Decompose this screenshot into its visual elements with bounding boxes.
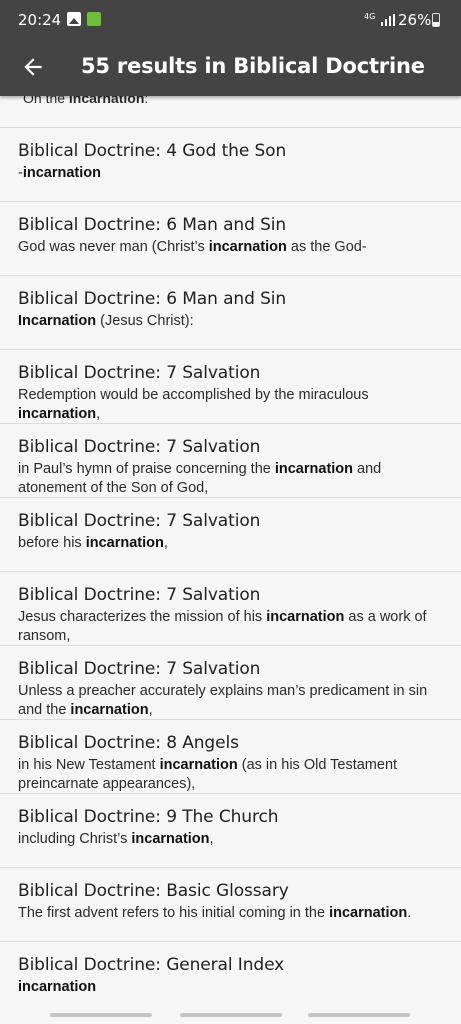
result-title: Biblical Doctrine: General Index — [18, 955, 285, 975]
result-title: Biblical Doctrine: 8 Angels — [18, 733, 239, 753]
list-item[interactable]: Biblical Doctrine: 7 Salvation Unless a p… — [0, 645, 461, 719]
nav-back-button[interactable] — [308, 1013, 410, 1017]
highlighted-term: incarnation — [329, 905, 408, 921]
list-item[interactable]: Biblical Doctrine: Basic Glossary The fir… — [0, 867, 461, 941]
battery-percent: 26% — [398, 11, 432, 29]
result-snippet: -incarnation — [18, 165, 101, 181]
list-item[interactable]: Biblical Doctrine: 7 Salvation Redemption… — [0, 349, 461, 423]
result-snippet: Jesus characterizes the mission of his i… — [18, 609, 427, 644]
highlighted-term: incarnation — [131, 831, 210, 847]
network-type: 4G — [364, 12, 376, 21]
result-title: Biblical Doctrine: 7 Salvation — [18, 511, 261, 531]
page-title: 55 results in Biblical Doctrine — [81, 54, 425, 78]
list-item[interactable]: Biblical Doctrine: General Index incarnat… — [0, 941, 461, 1008]
highlighted-term: incarnation — [266, 609, 345, 625]
list-item[interactable]: Biblical Doctrine: 8 Angels in his New Te… — [0, 719, 461, 793]
result-title: Biblical Doctrine: 6 Man and Sin — [18, 289, 287, 309]
result-title: Biblical Doctrine: 7 Salvation — [18, 659, 261, 679]
list-item[interactable]: Biblical Doctrine: 7 Salvation before his… — [0, 497, 461, 571]
list-item[interactable]: Biblical Doctrine: 6 Man and Sin God was … — [0, 201, 461, 275]
list-item[interactable]: Biblical Doctrine: 7 Salvation in Paul’s … — [0, 423, 461, 497]
status-bar: 20:24 4G 26% — [0, 0, 461, 40]
status-time: 20:24 — [18, 11, 62, 29]
list-item[interactable]: Biblical Doctrine: 9 The Church including… — [0, 793, 461, 867]
nav-home-button[interactable] — [180, 1013, 282, 1017]
highlighted-term: incarnation — [159, 757, 238, 773]
result-snippet: including Christ’s incarnation, — [18, 831, 214, 847]
partial-result-snippet[interactable]: On the incarnation: — [23, 96, 148, 106]
result-title: Biblical Doctrine: 7 Salvation — [18, 363, 261, 383]
highlighted-term: incarnation — [70, 702, 149, 718]
result-snippet: The first advent refers to his initial c… — [18, 905, 412, 921]
result-title: Biblical Doctrine: 9 The Church — [18, 807, 279, 827]
gallery-notification-icon — [67, 12, 81, 26]
result-snippet: before his incarnation, — [18, 535, 168, 551]
list-item[interactable]: Biblical Doctrine: 4 God the Son -incarna… — [0, 127, 461, 201]
app-notification-icon — [87, 12, 101, 26]
highlighted-term: incarnation — [18, 406, 97, 422]
result-title: Biblical Doctrine: 7 Salvation — [18, 437, 261, 457]
result-title: Biblical Doctrine: 7 Salvation — [18, 585, 261, 605]
highlighted-term: incarnation — [18, 979, 97, 995]
app-bar: 55 results in Biblical Doctrine — [0, 40, 461, 96]
result-snippet: God was never man (Christ’s incarnation … — [18, 239, 367, 255]
results-list[interactable]: On the incarnation: Biblical Doctrine: 4… — [0, 96, 461, 1008]
highlighted-term: incarnation — [22, 165, 101, 181]
result-title: Biblical Doctrine: 6 Man and Sin — [18, 215, 287, 235]
highlighted-term: incarnation — [208, 239, 287, 255]
signal-icon — [381, 14, 395, 26]
highlighted-term: Incarnation — [18, 313, 97, 329]
result-snippet: Incarnation (Jesus Christ): — [18, 313, 194, 329]
result-snippet: in his New Testament incarnation (as in … — [18, 757, 398, 792]
battery-icon — [432, 13, 440, 27]
result-title: Biblical Doctrine: Basic Glossary — [18, 881, 289, 901]
arrow-left-icon[interactable] — [20, 54, 46, 80]
result-snippet: incarnation — [18, 978, 443, 997]
result-title: Biblical Doctrine: 4 God the Son — [18, 141, 287, 161]
list-item[interactable]: Biblical Doctrine: 6 Man and Sin Incarnat… — [0, 275, 461, 349]
highlighted-term: incarnation — [85, 535, 164, 551]
gesture-nav-bar — [0, 1008, 461, 1024]
result-snippet: Unless a preacher accurately explains ma… — [18, 683, 428, 718]
result-snippet: Redemption would be accomplished by the … — [18, 387, 369, 422]
nav-recents-button[interactable] — [50, 1013, 152, 1017]
result-snippet: in Paul’s hymn of praise concerning the … — [18, 461, 382, 496]
highlighted-term: incarnation — [274, 461, 354, 477]
list-item[interactable]: Biblical Doctrine: 7 Salvation Jesus char… — [0, 571, 461, 645]
